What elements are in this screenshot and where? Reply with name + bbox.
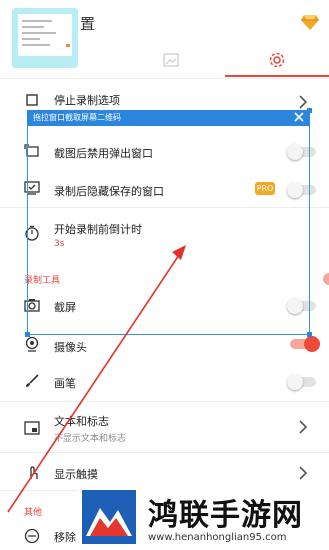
resize-handle[interactable] [25, 332, 30, 337]
watermark-url: www.henanhonglian95.com [148, 532, 287, 543]
capture-overlay-title: 拖拉窗口截取屏幕二维码 [33, 113, 121, 122]
chevron-right-icon[interactable] [298, 466, 308, 480]
capture-overlay-bar: 拖拉窗口截取屏幕二维码 [27, 110, 310, 126]
stop-record-options-label[interactable]: 停止录制选项 [54, 92, 120, 108]
site-logo [82, 490, 136, 544]
capture-selection-box[interactable] [27, 110, 310, 335]
remove-icon [24, 528, 40, 544]
show-touches-label[interactable]: 显示触摸 [54, 466, 98, 482]
touch-icon [30, 466, 38, 479]
brush-icon [26, 374, 39, 387]
webcam-icon [25, 336, 39, 352]
page-title: 置 [80, 15, 96, 33]
premium-diamond-icon[interactable] [300, 12, 320, 32]
text-logo-icon [24, 421, 40, 435]
chevron-right-icon[interactable] [298, 420, 308, 434]
text-logo-sub: 不显示文本和标志 [54, 434, 127, 444]
divider [0, 78, 329, 79]
remove-label[interactable]: 移除 [54, 529, 76, 545]
text-logo-label[interactable]: 文本和标志 [54, 413, 109, 429]
camera-toggle[interactable] [290, 336, 320, 352]
image-icon[interactable] [163, 53, 179, 67]
active-tab-indicator [225, 75, 329, 77]
chevron-right-icon[interactable] [298, 95, 308, 109]
section-title-other: 其他 [24, 508, 43, 518]
resize-handle[interactable] [307, 108, 312, 113]
stop-icon [26, 94, 38, 106]
close-icon[interactable] [293, 111, 305, 123]
divider [0, 452, 329, 453]
watermark-title: 鸿联手游网 [148, 498, 303, 533]
divider [0, 401, 329, 402]
camera-label: 摄像头 [54, 341, 87, 354]
resize-handle[interactable] [307, 332, 312, 337]
brush-label: 画笔 [54, 377, 76, 390]
brush-toggle[interactable] [287, 374, 316, 390]
side-handle[interactable] [323, 273, 329, 285]
gear-icon[interactable] [268, 51, 286, 69]
